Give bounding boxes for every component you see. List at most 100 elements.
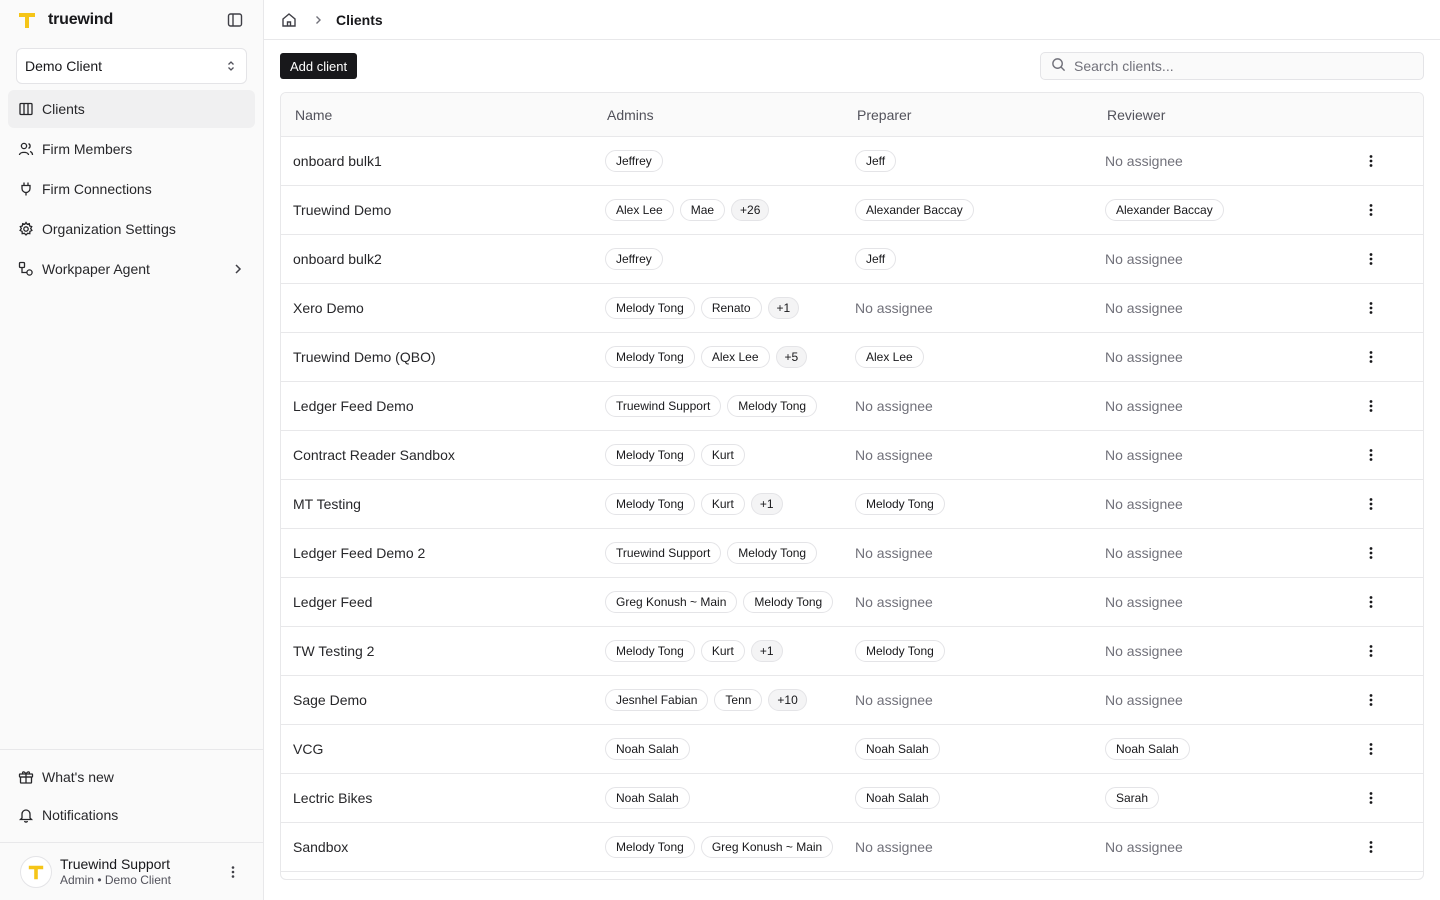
more-vertical-icon[interactable] bbox=[1361, 298, 1381, 318]
table-row[interactable]: Xero Demo Melody Tong Renato +1 No assignee N… bbox=[281, 284, 1423, 333]
table-row[interactable]: MT Testing Melody Tong Kurt +1 Melody Tong No… bbox=[281, 480, 1423, 529]
table-row[interactable]: VCG Noah Salah Noah Salah Noah Salah bbox=[281, 725, 1423, 774]
reviewer-cell[interactable]: No assignee bbox=[1093, 692, 1343, 708]
preparer-cell[interactable]: No assignee bbox=[843, 447, 1093, 463]
client-name-link[interactable]: Sage Demo bbox=[293, 692, 367, 708]
table-row[interactable]: Contract Reader Sandbox Melody Tong Kurt No… bbox=[281, 431, 1423, 480]
sidebar-item-firm-members[interactable]: Firm Members bbox=[8, 130, 255, 168]
column-header-name[interactable]: Name bbox=[281, 107, 593, 123]
client-name-link[interactable]: onboard bulk1 bbox=[293, 153, 382, 169]
reviewer-cell[interactable]: Sarah bbox=[1093, 787, 1343, 809]
preparer-cell[interactable]: Melody Tong bbox=[843, 493, 1093, 515]
more-vertical-icon[interactable] bbox=[223, 862, 243, 882]
preparer-cell[interactable]: No assignee bbox=[843, 594, 1093, 610]
table-row[interactable]: Truewind Demo (QBO) Melody Tong Alex Lee +5… bbox=[281, 333, 1423, 382]
table-row[interactable]: Truewind Demo Alex Lee Mae +26 Alexander Bac… bbox=[281, 186, 1423, 235]
sidebar-item-firm-connections[interactable]: Firm Connections bbox=[8, 170, 255, 208]
preparer-cell[interactable]: Melody Tong bbox=[843, 640, 1093, 662]
admins-more-chip[interactable]: +1 bbox=[750, 493, 783, 515]
client-name-link[interactable]: Ledger Feed Demo 2 bbox=[293, 545, 425, 561]
reviewer-cell[interactable]: Alexander Baccay bbox=[1093, 199, 1343, 221]
client-name-link[interactable]: Contract Reader Sandbox bbox=[293, 447, 455, 463]
reviewer-cell[interactable]: No assignee bbox=[1093, 398, 1343, 414]
table-row[interactable]: TW Testing 2 Melody Tong Kurt +1 Melody Tong… bbox=[281, 627, 1423, 676]
client-name-link[interactable]: Truewind Demo (QBO) bbox=[293, 349, 436, 365]
client-name-link[interactable]: onboard bulk2 bbox=[293, 251, 382, 267]
table-row[interactable]: onboard bulk2 Jeffrey Jeff No assignee bbox=[281, 235, 1423, 284]
reviewer-cell[interactable]: No assignee bbox=[1093, 153, 1343, 169]
reviewer-cell[interactable]: No assignee bbox=[1093, 496, 1343, 512]
more-vertical-icon[interactable] bbox=[1361, 837, 1381, 857]
add-client-button[interactable]: Add client bbox=[280, 53, 358, 79]
sidebar-toggle-icon[interactable] bbox=[223, 8, 247, 32]
more-vertical-icon[interactable] bbox=[1361, 445, 1381, 465]
admins-more-chip[interactable]: +1 bbox=[750, 640, 783, 662]
preparer-cell[interactable]: Noah Salah bbox=[843, 787, 1093, 809]
table-row[interactable]: Ledger Feed Demo 2 Truewind Support Melody… bbox=[281, 529, 1423, 578]
reviewer-cell[interactable]: No assignee bbox=[1093, 349, 1343, 365]
admin-chip: Kurt bbox=[700, 640, 745, 662]
reviewer-cell[interactable]: No assignee bbox=[1093, 839, 1343, 855]
admins-more-chip[interactable]: +5 bbox=[775, 346, 808, 368]
client-name-link[interactable]: Xero Demo bbox=[293, 300, 364, 316]
more-vertical-icon[interactable] bbox=[1361, 543, 1381, 563]
more-vertical-icon[interactable] bbox=[1361, 151, 1381, 171]
column-header-admins[interactable]: Admins bbox=[593, 107, 843, 123]
reviewer-cell[interactable]: No assignee bbox=[1093, 447, 1343, 463]
preparer-cell[interactable]: No assignee bbox=[843, 300, 1093, 316]
client-name-link[interactable]: Lectric Bikes bbox=[293, 790, 372, 806]
reviewer-cell[interactable]: No assignee bbox=[1093, 251, 1343, 267]
admins-more-chip[interactable]: +10 bbox=[768, 689, 807, 711]
search-input[interactable] bbox=[1074, 58, 1413, 74]
preparer-cell[interactable]: No assignee bbox=[843, 692, 1093, 708]
table-row[interactable]: Sage Demo Jesnhel Fabian Tenn +10 No assigne… bbox=[281, 676, 1423, 725]
more-vertical-icon[interactable] bbox=[1361, 592, 1381, 612]
preparer-cell[interactable]: No assignee bbox=[843, 545, 1093, 561]
more-vertical-icon[interactable] bbox=[1361, 347, 1381, 367]
client-name-link[interactable]: Truewind Demo bbox=[293, 202, 391, 218]
client-name-link[interactable]: Ledger Feed bbox=[293, 594, 372, 610]
table-row[interactable]: Ledger Feed Demo Truewind Support Melody T… bbox=[281, 382, 1423, 431]
table-row[interactable]: Sandbox Melody Tong Greg Konush ~ Main No a… bbox=[281, 823, 1423, 872]
client-name-link[interactable]: Sandbox bbox=[293, 839, 348, 855]
more-vertical-icon[interactable] bbox=[1361, 200, 1381, 220]
table-row[interactable]: Lectric Bikes Noah Salah Noah Salah Sarah bbox=[281, 774, 1423, 823]
preparer-cell[interactable]: Noah Salah bbox=[843, 738, 1093, 760]
reviewer-cell[interactable]: No assignee bbox=[1093, 643, 1343, 659]
reviewer-cell[interactable]: No assignee bbox=[1093, 545, 1343, 561]
reviewer-cell[interactable]: No assignee bbox=[1093, 594, 1343, 610]
preparer-cell[interactable]: Jeff bbox=[843, 150, 1093, 172]
home-icon[interactable] bbox=[280, 11, 298, 29]
preparer-cell[interactable]: Jeff bbox=[843, 248, 1093, 270]
sidebar-item-organization-settings[interactable]: Organization Settings bbox=[8, 210, 255, 248]
client-name-link[interactable]: TW Testing 2 bbox=[293, 643, 374, 659]
preparer-cell[interactable]: No assignee bbox=[843, 839, 1093, 855]
sidebar-item-workpaper-agent[interactable]: Workpaper Agent bbox=[8, 250, 255, 288]
column-header-reviewer[interactable]: Reviewer bbox=[1093, 107, 1343, 123]
more-vertical-icon[interactable] bbox=[1361, 739, 1381, 759]
admins-more-chip[interactable]: +1 bbox=[767, 297, 800, 319]
more-vertical-icon[interactable] bbox=[1361, 788, 1381, 808]
reviewer-cell[interactable]: Noah Salah bbox=[1093, 738, 1343, 760]
preparer-cell[interactable]: Alex Lee bbox=[843, 346, 1093, 368]
more-vertical-icon[interactable] bbox=[1361, 249, 1381, 269]
table-row[interactable]: Ledger Feed Greg Konush ~ Main Melody Tong… bbox=[281, 578, 1423, 627]
column-header-preparer[interactable]: Preparer bbox=[843, 107, 1093, 123]
table-row[interactable]: onboard bulk1 Jeffrey Jeff No assignee bbox=[281, 137, 1423, 186]
client-name-link[interactable]: MT Testing bbox=[293, 496, 361, 512]
more-vertical-icon[interactable] bbox=[1361, 690, 1381, 710]
whats-new-link[interactable]: What's new bbox=[8, 758, 255, 796]
more-vertical-icon[interactable] bbox=[1361, 396, 1381, 416]
sidebar-item-clients[interactable]: Clients bbox=[8, 90, 255, 128]
client-selector[interactable]: Demo Client bbox=[16, 48, 247, 84]
admins-more-chip[interactable]: +26 bbox=[731, 199, 770, 221]
more-vertical-icon[interactable] bbox=[1361, 494, 1381, 514]
client-name-link[interactable]: Ledger Feed Demo bbox=[293, 398, 414, 414]
client-name-link[interactable]: VCG bbox=[293, 741, 323, 757]
reviewer-cell[interactable]: No assignee bbox=[1093, 300, 1343, 316]
preparer-cell[interactable]: Alexander Baccay bbox=[843, 199, 1093, 221]
notifications-link[interactable]: Notifications bbox=[8, 796, 255, 834]
more-vertical-icon[interactable] bbox=[1361, 641, 1381, 661]
user-profile[interactable]: Truewind Support Admin • Demo Client bbox=[0, 842, 263, 900]
preparer-cell[interactable]: No assignee bbox=[843, 398, 1093, 414]
